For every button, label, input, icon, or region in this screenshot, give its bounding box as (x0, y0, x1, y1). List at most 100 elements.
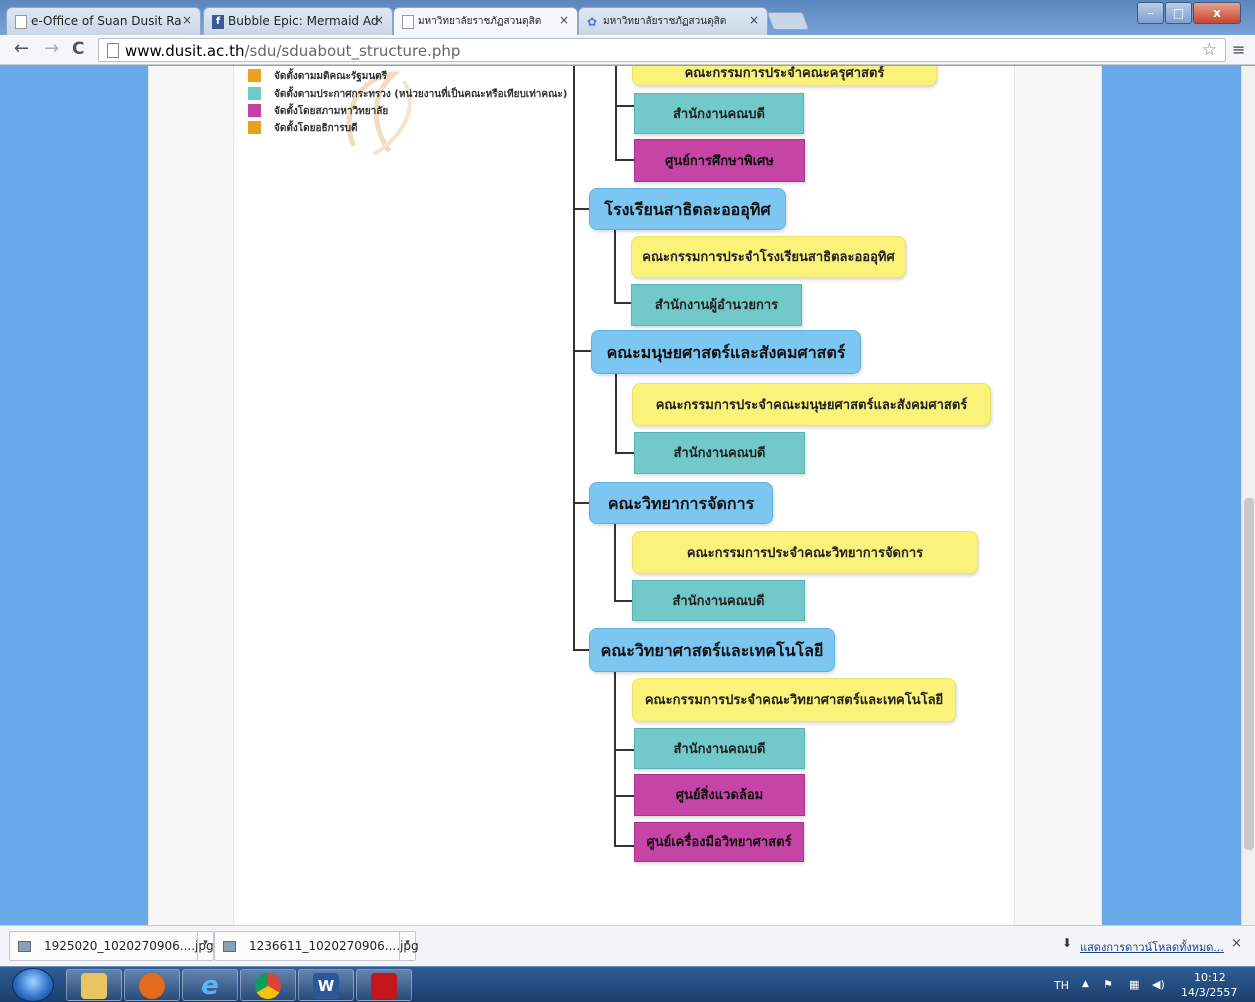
start-button[interactable] (12, 968, 54, 1002)
taskbar-chrome[interactable] (240, 969, 296, 1001)
reload-icon[interactable]: C (72, 39, 84, 59)
org-connector (614, 795, 636, 797)
url-host: www.dusit.ac.th (125, 42, 245, 60)
org-center-box: ศูนย์เครื่องมือวิทยาศาสตร์ (634, 822, 804, 862)
clock-time[interactable]: 10:12 (1194, 971, 1226, 984)
tab-close-icon[interactable]: × (559, 13, 569, 27)
word-icon: W (313, 973, 339, 999)
org-main-trunk (573, 66, 575, 651)
facebook-icon: f (212, 15, 224, 29)
taskbar-internet-explorer[interactable]: e (182, 969, 238, 1001)
org-unit-box: คณะวิทยาศาสตร์และเทคโนโลยี (589, 628, 835, 672)
tab-title: e-Office of Suan Dusit Raj (31, 14, 181, 28)
page-side-frame-left (148, 66, 234, 925)
page-side-frame-right (1014, 66, 1102, 925)
tab-close-icon[interactable]: × (182, 13, 192, 27)
scrollbar-thumb[interactable] (1244, 498, 1254, 850)
browser-title-bar: e-Office of Suan Dusit Raj × f Bubble Ep… (0, 0, 1255, 35)
tab-e-office[interactable]: e-Office of Suan Dusit Raj × (6, 7, 201, 35)
org-connector (614, 302, 632, 304)
org-unit-box: โรงเรียนสาธิตละอออุทิศ (589, 188, 786, 230)
page-viewport: จัดตั้งตามมติคณะรัฐมนตรี จัดตั้งตามประกา… (0, 66, 1241, 925)
image-file-icon (18, 941, 31, 952)
close-download-shelf-icon[interactable]: × (1231, 936, 1242, 951)
legend-label: จัดตั้งโดยอธิการบดี (274, 123, 358, 134)
download-file-name: 1925020_1020270906....jpg (44, 939, 214, 953)
forward-icon[interactable]: → (44, 39, 59, 59)
org-unit-box: คณะวิทยาการจัดการ (589, 482, 773, 524)
legend-label: จัดตั้งตามประกาศกระทรวง (หน่วยงานที่เป็น… (274, 89, 568, 100)
menu-icon[interactable]: ≡ (1232, 40, 1245, 59)
page-content: จัดตั้งตามมติคณะรัฐมนตรี จัดตั้งตามประกา… (234, 66, 1014, 925)
org-connector (573, 502, 590, 504)
org-committee-box: คณะกรรมการประจำโรงเรียนสาธิตละอออุทิศ (631, 236, 906, 278)
download-item[interactable]: 1925020_1020270906....jpg ▾ (9, 931, 214, 961)
org-connector (573, 350, 591, 352)
back-icon[interactable]: ← (14, 39, 29, 59)
folder-icon (81, 973, 107, 999)
chrome-icon (255, 973, 281, 999)
org-committee-box: คณะกรรมการประจำคณะวิทยาการจัดการ (632, 531, 978, 574)
network-icon[interactable]: ▦ (1129, 978, 1139, 991)
new-tab-button[interactable] (766, 12, 810, 30)
browser-toolbar: ← → C www.dusit.ac.th/sdu/sduabout_struc… (0, 35, 1255, 65)
legend-swatch (248, 104, 261, 117)
org-connector (614, 672, 616, 847)
sdu-logo-icon: ✿ (587, 15, 598, 29)
language-indicator[interactable]: TH (1054, 979, 1069, 992)
tab-close-icon[interactable]: × (749, 13, 759, 27)
download-menu-arrow-icon[interactable]: ▾ (197, 932, 213, 960)
url-text[interactable]: www.dusit.ac.th/sdu/sduabout_structure.p… (125, 42, 460, 60)
taskbar-media-player[interactable] (124, 969, 180, 1001)
org-connector (615, 373, 617, 454)
org-center-box: ศูนย์การศึกษาพิเศษ (634, 139, 805, 182)
windows-taskbar: e W TH ▲ ⚑ ▦ ◀) 10:12 14/3/2557 (0, 966, 1255, 1002)
org-committee-box: คณะกรรมการประจำคณะครุศาสตร์ (632, 66, 937, 86)
org-connector (615, 452, 635, 454)
org-connector (614, 749, 636, 751)
org-committee-box: คณะกรรมการประจำคณะมนุษยศาสตร์และสังคมศาส… (632, 383, 991, 426)
minimize-button[interactable]: – (1137, 2, 1164, 24)
page-scrollbar[interactable] (1241, 66, 1255, 925)
legend-swatch (248, 121, 261, 134)
tab-title: Bubble Epic: Mermaid Adv (228, 14, 378, 28)
org-center-box: ศูนย์สิ่งแวดล้อม (634, 774, 805, 816)
tab-dusit-structure[interactable]: มหาวิทยาลัยราชภัฏสวนดุสิต × (393, 7, 578, 35)
tab-bubble-epic[interactable]: f Bubble Epic: Mermaid Adv × (203, 7, 393, 35)
org-office-box: สำนักงานผู้อำนวยการ (631, 284, 802, 326)
legend-label: จัดตั้งโดยสภามหาวิทยาลัย (274, 106, 389, 117)
org-connector (614, 600, 634, 602)
url-path: /sdu/sduabout_structure.php (244, 42, 461, 60)
bookmark-star-icon[interactable]: ☆ (1202, 40, 1217, 60)
maximize-button[interactable]: □ (1165, 2, 1192, 24)
download-menu-arrow-icon[interactable]: ▾ (399, 932, 415, 960)
download-item[interactable]: 1236611_1020270906....jpg ▾ (214, 931, 419, 961)
tab-close-icon[interactable]: × (374, 13, 384, 27)
show-hidden-icons[interactable]: ▲ (1082, 979, 1089, 989)
org-office-box: สำนักงานคณบดี (634, 432, 805, 474)
action-center-flag-icon[interactable]: ⚑ (1103, 978, 1113, 991)
download-file-name: 1236611_1020270906....jpg (249, 939, 419, 953)
image-file-icon (223, 941, 236, 952)
taskbar-acrobat[interactable] (356, 969, 412, 1001)
org-connector (615, 105, 634, 107)
volume-icon[interactable]: ◀) (1152, 978, 1165, 991)
taskbar-explorer[interactable] (66, 969, 122, 1001)
download-shelf: 1925020_1020270906....jpg ▾ 1236611_1020… (0, 925, 1255, 966)
org-unit-box: คณะมนุษยศาสตร์และสังคมศาสตร์ (591, 330, 861, 374)
close-window-button[interactable]: x (1193, 2, 1241, 24)
address-bar[interactable]: www.dusit.ac.th/sdu/sduabout_structure.p… (98, 38, 1226, 62)
tab-title: มหาวิทยาลัยราชภัฏสวนดุสิต (418, 16, 542, 27)
show-all-downloads-link[interactable]: แสดงการดาวน์โหลดทั้งหมด... (1080, 938, 1224, 956)
org-office-box: สำนักงานคณบดี (632, 580, 805, 621)
org-office-box: สำนักงานคณบดี (634, 728, 805, 769)
page-icon (402, 15, 414, 29)
clock-date[interactable]: 14/3/2557 (1181, 986, 1237, 999)
legend-label: จัดตั้งตามมติคณะรัฐมนตรี (274, 71, 388, 82)
taskbar-word[interactable]: W (298, 969, 354, 1001)
acrobat-icon (371, 973, 397, 999)
legend-swatch (248, 87, 261, 100)
org-connector (614, 230, 616, 304)
internet-explorer-icon: e (201, 971, 219, 1001)
tab-dusit-home[interactable]: ✿ มหาวิทยาลัยราชภัฏสวนดุสิต × (578, 7, 768, 35)
